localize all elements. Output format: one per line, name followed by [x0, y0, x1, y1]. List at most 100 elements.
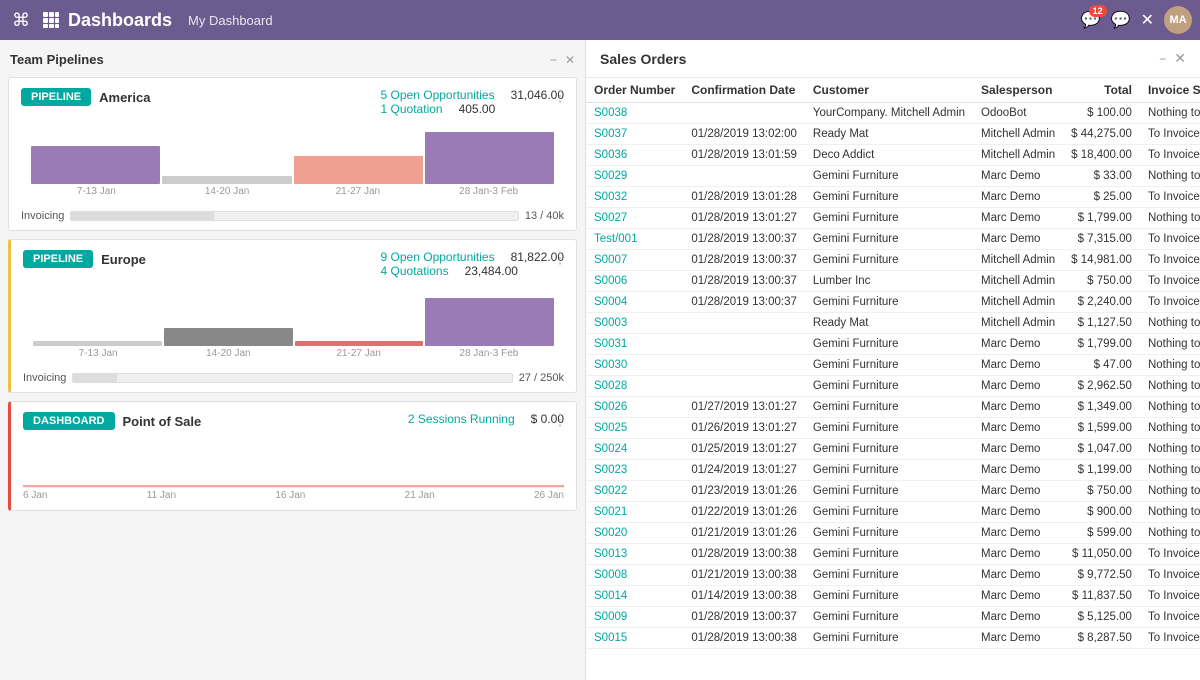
cell-order-21[interactable]: S0013	[586, 544, 683, 565]
order-link-18[interactable]: S0022	[594, 485, 627, 497]
order-link-23[interactable]: S0014	[594, 590, 627, 602]
order-link-11[interactable]: S0031	[594, 338, 627, 350]
table-row[interactable]: S0037 01/28/2019 13:02:00 Ready Mat Mitc…	[586, 124, 1200, 145]
order-link-12[interactable]: S0030	[594, 359, 627, 371]
order-link-9[interactable]: S0004	[594, 296, 627, 308]
order-link-22[interactable]: S0008	[594, 569, 627, 581]
cell-order-0[interactable]: S0038	[586, 103, 683, 124]
table-row[interactable]: S0024 01/25/2019 13:01:27 Gemini Furnitu…	[586, 439, 1200, 460]
order-link-1[interactable]: S0037	[594, 128, 627, 140]
order-link-24[interactable]: S0009	[594, 611, 627, 623]
order-link-16[interactable]: S0024	[594, 443, 627, 455]
cell-order-16[interactable]: S0024	[586, 439, 683, 460]
europe-quot-link[interactable]: 4 Quotations	[381, 264, 449, 278]
cell-order-18[interactable]: S0022	[586, 481, 683, 502]
order-link-4[interactable]: S0032	[594, 191, 627, 203]
cell-order-20[interactable]: S0020	[586, 523, 683, 544]
order-link-13[interactable]: S0028	[594, 380, 627, 392]
table-row[interactable]: S0038 YourCompany. Mitchell Admin OdooBo…	[586, 103, 1200, 124]
order-link-0[interactable]: S0038	[594, 107, 627, 119]
order-link-7[interactable]: S0007	[594, 254, 627, 266]
table-row[interactable]: S0009 01/28/2019 13:00:37 Gemini Furnitu…	[586, 607, 1200, 628]
avatar[interactable]: MA	[1164, 6, 1192, 34]
table-row[interactable]: S0014 01/14/2019 13:00:38 Gemini Furnitu…	[586, 586, 1200, 607]
team-pipelines-close[interactable]: ✕	[565, 53, 575, 67]
table-row[interactable]: S0025 01/26/2019 13:01:27 Gemini Furnitu…	[586, 418, 1200, 439]
cell-order-3[interactable]: S0029	[586, 166, 683, 187]
america-pipeline-btn[interactable]: PIPELINE	[21, 88, 91, 106]
notification-icon[interactable]: 💬 12	[1081, 10, 1101, 30]
america-opps-link[interactable]: 5 Open Opportunities	[381, 88, 495, 102]
sales-orders-close[interactable]: ✕	[1174, 50, 1186, 67]
table-row[interactable]: S0036 01/28/2019 13:01:59 Deco Addict Mi…	[586, 145, 1200, 166]
america-quot-link[interactable]: 1 Quotation	[381, 102, 443, 116]
table-row[interactable]: S0032 01/28/2019 13:01:28 Gemini Furnitu…	[586, 187, 1200, 208]
order-link-15[interactable]: S0025	[594, 422, 627, 434]
cell-order-25[interactable]: S0015	[586, 628, 683, 649]
cell-order-24[interactable]: S0009	[586, 607, 683, 628]
table-row[interactable]: S0003 Ready Mat Mitchell Admin $ 1,127.5…	[586, 313, 1200, 334]
cell-order-22[interactable]: S0008	[586, 565, 683, 586]
table-row[interactable]: S0027 01/28/2019 13:01:27 Gemini Furnitu…	[586, 208, 1200, 229]
table-row[interactable]: S0015 01/28/2019 13:00:38 Gemini Furnitu…	[586, 628, 1200, 649]
table-row[interactable]: S0023 01/24/2019 13:01:27 Gemini Furnitu…	[586, 460, 1200, 481]
cell-order-17[interactable]: S0023	[586, 460, 683, 481]
cell-order-15[interactable]: S0025	[586, 418, 683, 439]
table-row[interactable]: S0007 01/28/2019 13:00:37 Gemini Furnitu…	[586, 250, 1200, 271]
pos-dashboard-btn[interactable]: DASHBOARD	[23, 412, 115, 430]
table-row[interactable]: S0008 01/21/2019 13:00:38 Gemini Furnitu…	[586, 565, 1200, 586]
order-link-6[interactable]: Test/001	[594, 233, 637, 245]
order-link-2[interactable]: S0036	[594, 149, 627, 161]
america-menu-icon[interactable]: ⋮	[552, 86, 568, 106]
pos-menu-icon[interactable]: ⋮	[552, 410, 568, 430]
team-pipelines-minimize[interactable]: −	[550, 53, 557, 67]
cell-order-5[interactable]: S0027	[586, 208, 683, 229]
cell-order-6[interactable]: Test/001	[586, 229, 683, 250]
order-link-20[interactable]: S0020	[594, 527, 627, 539]
order-link-17[interactable]: S0023	[594, 464, 627, 476]
order-link-19[interactable]: S0021	[594, 506, 627, 518]
order-link-21[interactable]: S0013	[594, 548, 627, 560]
table-row[interactable]: S0013 01/28/2019 13:00:38 Gemini Furnitu…	[586, 544, 1200, 565]
order-link-10[interactable]: S0003	[594, 317, 627, 329]
cell-order-14[interactable]: S0026	[586, 397, 683, 418]
cell-order-1[interactable]: S0037	[586, 124, 683, 145]
order-link-25[interactable]: S0015	[594, 632, 627, 644]
cell-order-9[interactable]: S0004	[586, 292, 683, 313]
table-row[interactable]: Test/001 01/28/2019 13:00:37 Gemini Furn…	[586, 229, 1200, 250]
table-row[interactable]: S0006 01/28/2019 13:00:37 Lumber Inc Mit…	[586, 271, 1200, 292]
cell-order-19[interactable]: S0021	[586, 502, 683, 523]
order-link-14[interactable]: S0026	[594, 401, 627, 413]
pos-sessions-link[interactable]: 2 Sessions Running	[408, 412, 515, 426]
europe-pipeline-btn[interactable]: PIPELINE	[23, 250, 93, 268]
order-link-5[interactable]: S0027	[594, 212, 627, 224]
cell-order-2[interactable]: S0036	[586, 145, 683, 166]
close-icon[interactable]: ✕	[1141, 10, 1154, 30]
table-row[interactable]: S0021 01/22/2019 13:01:26 Gemini Furnitu…	[586, 502, 1200, 523]
table-row[interactable]: S0030 Gemini Furniture Marc Demo $ 47.00…	[586, 355, 1200, 376]
cell-order-8[interactable]: S0006	[586, 271, 683, 292]
apps-icon[interactable]	[42, 11, 60, 29]
table-row[interactable]: S0031 Gemini Furniture Marc Demo $ 1,799…	[586, 334, 1200, 355]
table-row[interactable]: S0022 01/23/2019 13:01:26 Gemini Furnitu…	[586, 481, 1200, 502]
cell-order-23[interactable]: S0014	[586, 586, 683, 607]
table-row[interactable]: S0004 01/28/2019 13:00:37 Gemini Furnitu…	[586, 292, 1200, 313]
sales-orders-minimize[interactable]: −	[1159, 52, 1166, 66]
sales-table-scroll[interactable]: Order Number Confirmation Date Customer …	[586, 78, 1200, 680]
table-row[interactable]: S0029 Gemini Furniture Marc Demo $ 33.00…	[586, 166, 1200, 187]
table-row[interactable]: S0026 01/27/2019 13:01:27 Gemini Furnitu…	[586, 397, 1200, 418]
order-link-3[interactable]: S0029	[594, 170, 627, 182]
cell-order-12[interactable]: S0030	[586, 355, 683, 376]
europe-opps-link[interactable]: 9 Open Opportunities	[381, 250, 495, 264]
chat-icon[interactable]: 💬	[1111, 10, 1131, 30]
europe-menu-icon[interactable]: ⋮	[552, 248, 568, 268]
cell-order-7[interactable]: S0007	[586, 250, 683, 271]
cell-order-13[interactable]: S0028	[586, 376, 683, 397]
cell-order-11[interactable]: S0031	[586, 334, 683, 355]
table-row[interactable]: S0020 01/21/2019 13:01:26 Gemini Furnitu…	[586, 523, 1200, 544]
order-link-8[interactable]: S0006	[594, 275, 627, 287]
cell-order-10[interactable]: S0003	[586, 313, 683, 334]
grid-icon[interactable]: ⌘	[8, 6, 34, 35]
table-row[interactable]: S0028 Gemini Furniture Marc Demo $ 2,962…	[586, 376, 1200, 397]
cell-order-4[interactable]: S0032	[586, 187, 683, 208]
